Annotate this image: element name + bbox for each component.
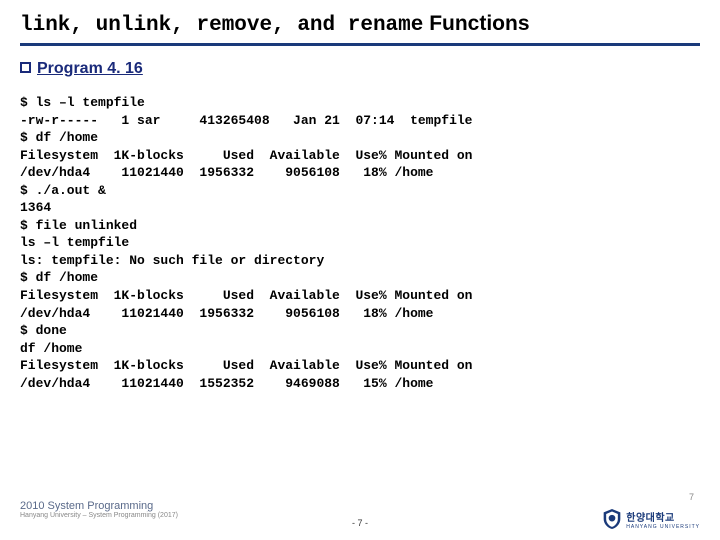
subheading-text: Program 4. 16 bbox=[37, 60, 143, 77]
title-fn-remove: remove bbox=[196, 14, 272, 37]
bullet-icon bbox=[20, 62, 31, 73]
university-name-en: HANYANG UNIVERSITY bbox=[626, 524, 700, 530]
university-logo: 한양대학교 HANYANG UNIVERSITY bbox=[602, 508, 700, 530]
university-name-kr: 한양대학교 bbox=[626, 509, 700, 524]
footer-course: 2010 System Programming bbox=[20, 500, 700, 512]
footer: 2010 System Programming Hanyang Universi… bbox=[20, 500, 700, 530]
title-fn-unlink: unlink bbox=[96, 14, 172, 37]
subheading: Program 4. 16 bbox=[20, 60, 700, 78]
shield-icon bbox=[602, 508, 622, 530]
footer-page-number: - 7 - bbox=[352, 518, 368, 528]
title-fn-link: link bbox=[20, 14, 70, 37]
slide-title: link, unlink, remove, and rename Functio… bbox=[20, 12, 700, 46]
slide: link, unlink, remove, and rename Functio… bbox=[0, 0, 720, 540]
terminal-output: $ ls –l tempfile -rw-r----- 1 sar 413265… bbox=[20, 94, 700, 392]
title-sep: , bbox=[171, 14, 196, 37]
logo-text-block: 한양대학교 HANYANG UNIVERSITY bbox=[626, 509, 700, 530]
title-sep: , bbox=[70, 14, 95, 37]
page-corner-number: 7 bbox=[689, 492, 694, 502]
title-suffix: Functions bbox=[423, 12, 529, 35]
title-sep: , and bbox=[272, 14, 348, 37]
title-fn-rename: rename bbox=[348, 14, 424, 37]
